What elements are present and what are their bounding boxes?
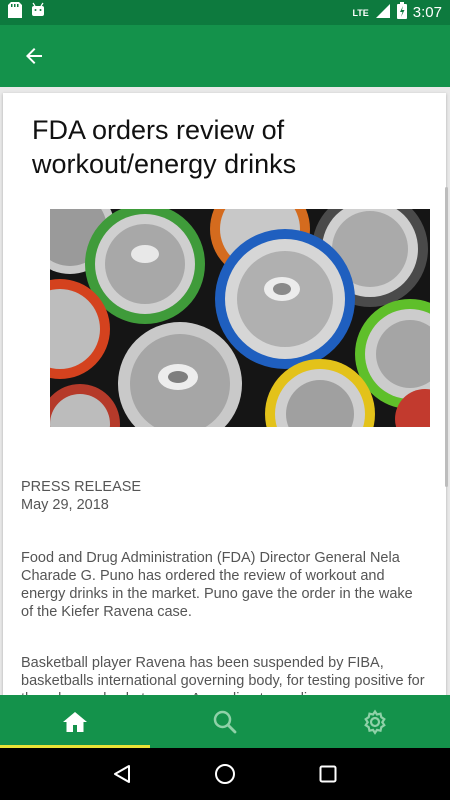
square-recents-icon xyxy=(319,765,337,783)
signal-icon xyxy=(375,3,391,23)
system-recents-button[interactable] xyxy=(308,754,348,794)
nav-settings[interactable] xyxy=(300,695,450,748)
article-paragraph-2: Basketball player Ravena has been suspen… xyxy=(21,655,425,695)
sd-card-icon xyxy=(8,2,22,23)
press-release-label: PRESS RELEASE xyxy=(21,479,142,495)
android-icon xyxy=(30,2,46,23)
search-icon xyxy=(213,710,237,733)
battery-icon xyxy=(396,2,407,23)
system-back-button[interactable] xyxy=(102,754,142,794)
system-navigation-bar xyxy=(0,748,450,800)
status-bar: LTE 3:07 xyxy=(0,0,450,25)
arrow-back-icon xyxy=(26,48,42,64)
article-image xyxy=(50,209,430,427)
press-date: May 29, 2018 xyxy=(21,497,109,513)
article-card: FDA orders review of workout/energy drin… xyxy=(3,93,446,695)
bottom-navigation xyxy=(0,695,450,748)
article-scroll-area[interactable]: FDA orders review of workout/energy drin… xyxy=(0,87,450,695)
scrollbar[interactable] xyxy=(445,187,448,487)
nav-home[interactable] xyxy=(0,695,150,748)
clock: 3:07 xyxy=(412,4,442,21)
article-paragraph-1: Food and Drug Administration (FDA) Direc… xyxy=(21,550,413,620)
circle-home-icon xyxy=(214,764,235,784)
back-button[interactable] xyxy=(20,42,48,70)
press-meta: PRESS RELEASE May 29, 2018 xyxy=(21,478,141,514)
triangle-back-icon xyxy=(113,765,130,783)
settings-icon xyxy=(364,709,386,735)
status-right-icons: LTE 3:07 xyxy=(352,2,442,23)
article-title: FDA orders review of workout/energy drin… xyxy=(32,115,297,179)
app-bar xyxy=(0,25,450,87)
network-label: LTE xyxy=(352,7,369,18)
nav-search[interactable] xyxy=(150,695,300,748)
status-left-icons xyxy=(8,2,46,23)
home-icon xyxy=(63,711,87,732)
system-home-button[interactable] xyxy=(205,754,245,794)
